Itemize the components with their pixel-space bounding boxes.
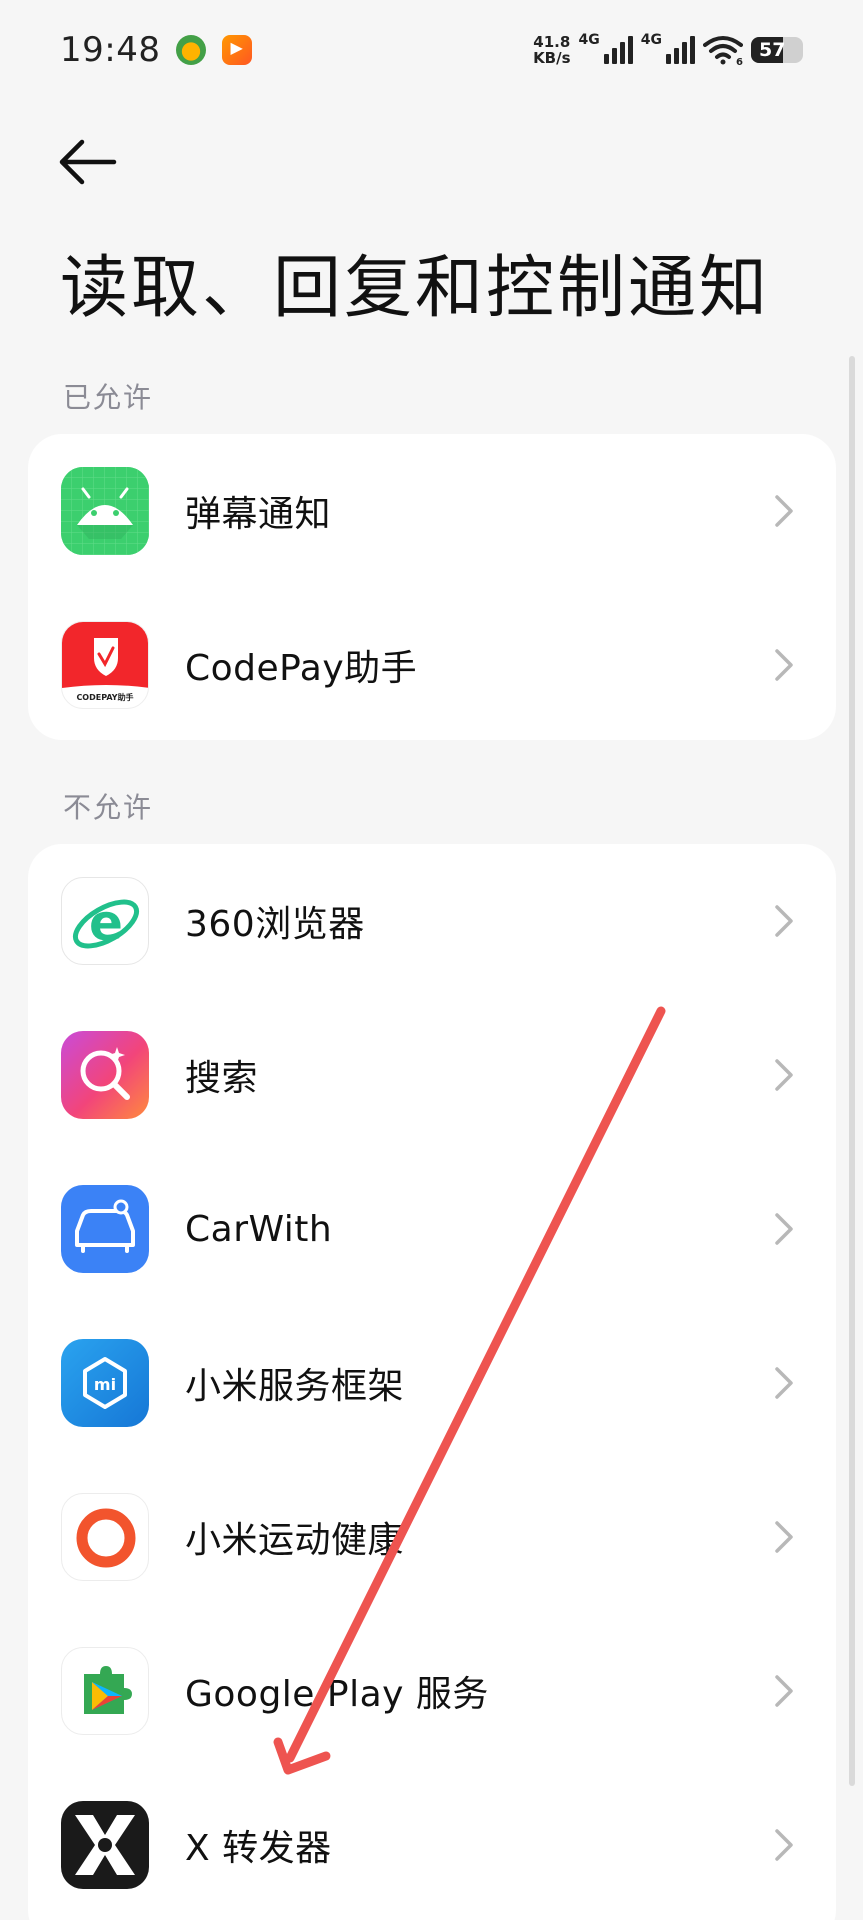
chevron-right-icon [775,905,793,937]
list-item-x-forwarder[interactable]: X 转发器 [28,1768,836,1920]
wifi-icon: 6 [703,36,743,65]
battery-level: 57 [759,39,786,61]
network-speed-unit: KB/s [533,49,571,67]
chevron-right-icon [775,649,793,681]
signal-2-label: 4G [640,32,662,48]
list-item-mi-fitness[interactable]: 小米运动健康 [28,1460,836,1614]
list-item-search[interactable]: 搜索 [28,998,836,1152]
app-name: 360浏览器 [185,904,365,945]
codepay-icon-text: CODEPAY助手 [76,693,134,702]
section-header-not-allowed: 不允许 [63,791,154,824]
signal-2-icon [666,36,695,64]
status-bar: 19:48 41.8 KB/s 4G 4G 6 57 [0,0,863,100]
wifi-sub-label: 6 [736,57,743,65]
chevron-right-icon [775,1675,793,1707]
app-name: X 转发器 [185,1828,332,1869]
network-speed: 41.8 KB/s [533,34,570,66]
list-item-mi-service-framework[interactable]: mi 小米服务框架 [28,1306,836,1460]
scrollbar[interactable] [849,356,855,1786]
section-header-allowed: 已允许 [63,381,154,414]
back-arrow-icon[interactable] [56,132,120,192]
browser-360-icon: e [61,877,149,965]
music-notification-icon [176,35,207,65]
mi-service-icon-text: mi [94,1375,116,1394]
x-forwarder-icon [61,1801,149,1889]
search-app-icon [61,1031,149,1119]
list-item-360-browser[interactable]: e 360浏览器 [28,844,836,998]
list-item-carwith[interactable]: CarWith [28,1152,836,1306]
mi-fitness-icon [61,1493,149,1581]
carwith-icon [61,1185,149,1273]
chevron-right-icon [775,1521,793,1553]
allowed-apps-card: 弹幕通知 CODEPAY助手 CodePay助手 [28,434,836,740]
list-item-codepay[interactable]: CODEPAY助手 CodePay助手 [28,588,836,742]
app-name: CodePay助手 [185,648,418,689]
svg-text:e: e [89,894,123,952]
app-name: 小米服务框架 [185,1366,405,1407]
network-speed-value: 41.8 [533,33,571,51]
status-time: 19:48 [60,30,161,70]
chevron-right-icon [775,1367,793,1399]
chevron-right-icon [775,495,793,527]
google-play-services-icon [61,1647,149,1735]
status-indicators: 41.8 KB/s 4G 4G 6 57 [533,32,803,66]
signal-1-label: 4G [578,32,600,48]
app-name: 搜索 [185,1058,259,1099]
list-item-google-play-services[interactable]: Google Play 服务 [28,1614,836,1768]
not-allowed-apps-card: e 360浏览器 搜索 CarWith mi 小米服务框架 小米运动健康 Goo… [28,844,836,1920]
chevron-right-icon [775,1213,793,1245]
page-title: 读取、回复和控制通知 [60,249,771,328]
mi-service-icon: mi [61,1339,149,1427]
chevron-right-icon [775,1059,793,1091]
signal-1-icon [603,36,633,64]
list-item-danmu-notification[interactable]: 弹幕通知 [28,434,836,588]
app-name: Google Play 服务 [185,1674,489,1715]
battery-icon: 57 [751,37,803,63]
chevron-right-icon [775,1829,793,1861]
app-name: 小米运动健康 [185,1520,405,1561]
app-name: 弹幕通知 [185,494,332,535]
app-name: CarWith [185,1208,333,1250]
codepay-icon: CODEPAY助手 [61,621,149,709]
video-notification-icon [222,35,253,65]
android-icon [61,467,149,555]
